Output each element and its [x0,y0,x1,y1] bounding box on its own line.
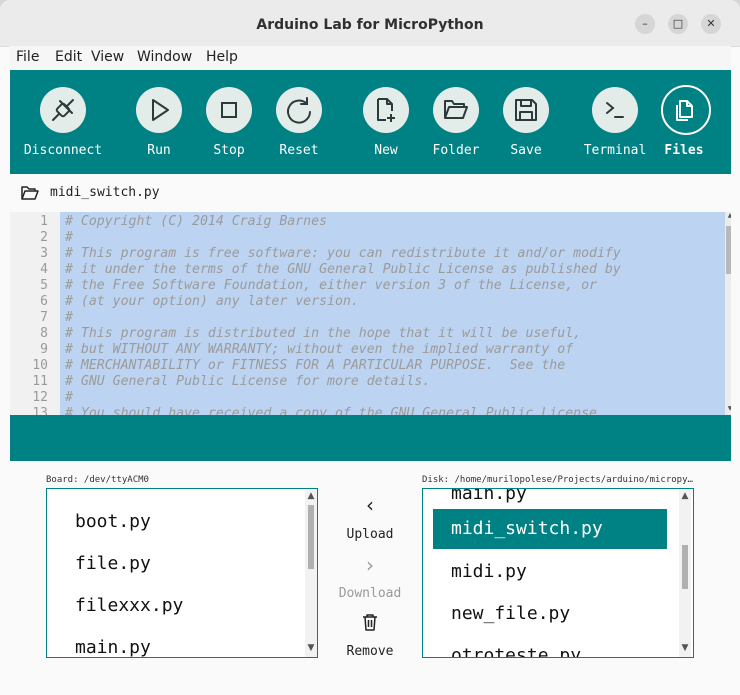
line-number: 1 [40,214,48,229]
code-line: # Copyright (C) 2014 Craig Barnes [65,214,328,229]
list-item[interactable]: otroteste.py [423,637,681,657]
stop-square-icon [206,87,252,133]
disk-label: Disk: /home/murilopolese/Projects/arduin… [422,475,693,485]
line-number: 3 [40,246,48,261]
code-line: # GNU General Public License for more de… [65,374,431,389]
disk-list-scrollbar[interactable]: ▲ ▼ [679,489,691,657]
line-number: 7 [40,310,48,325]
code-line: # (at your option) any later version. [65,294,359,309]
menu-view[interactable]: View [91,49,124,65]
new-button[interactable]: New [346,70,426,174]
save-button[interactable]: Save [486,70,566,174]
scroll-down-arrow[interactable]: ▼ [305,643,317,653]
toolbar: Disconnect Run Stop Reset New Folder Sav… [10,70,731,174]
list-item-selected[interactable]: midi_switch.py [433,509,667,549]
minimize-icon: – [642,17,648,30]
trash-icon[interactable] [361,613,379,632]
files-button[interactable]: Files [644,70,724,174]
line-number: 6 [40,294,48,309]
run-button[interactable]: Run [119,70,199,174]
files-icon [661,85,711,135]
line-number: 12 [32,390,48,405]
code-line: # This program is distributed in the hop… [65,326,582,341]
scroll-up-arrow[interactable]: ▲ [725,212,731,220]
terminal-prompt-icon [592,87,638,133]
folder-open-icon [433,87,479,133]
editor-scrollbar[interactable]: ▲ ▼ [725,212,731,415]
menu-file[interactable]: File [16,49,39,65]
folder-button[interactable]: Folder [416,70,496,174]
code-line: # it under the terms of the GNU General … [65,262,621,277]
download-button[interactable]: Download [338,586,402,601]
minimize-button[interactable]: – [635,14,655,34]
chevron-right-icon[interactable]: › [338,553,402,577]
folder-open-icon[interactable] [21,186,39,200]
maximize-icon: □ [672,17,684,30]
code-line: # [65,390,73,405]
save-disk-icon [503,87,549,133]
open-filename: midi_switch.py [50,185,160,200]
files-label: Files [664,143,704,158]
line-number: 9 [40,342,48,357]
terminal-button[interactable]: Terminal [575,70,655,174]
title-bar: Arduino Lab for MicroPython – □ ✕ [0,0,740,47]
list-item[interactable]: new_file.py [423,595,681,633]
line-number: 4 [40,262,48,277]
board-list-scrollbar[interactable]: ▲ ▼ [305,489,317,657]
line-number: 5 [40,278,48,293]
disconnect-button[interactable]: Disconnect [23,70,103,174]
code-line: # This program is free software: you can… [65,246,621,261]
disconnect-plug-icon [40,87,86,133]
line-number: 2 [40,230,48,245]
code-line: # but WITHOUT ANY WARRANTY; without even… [65,342,574,357]
line-number: 11 [32,374,48,389]
scroll-down-arrow[interactable]: ▼ [725,405,731,413]
reset-arrow-icon [276,87,322,133]
line-number: 10 [32,358,48,373]
disk-file-list[interactable]: main.py midi_switch.py midi.py new_file.… [422,488,694,658]
file-bar: midi_switch.py [10,174,731,212]
board-file-list[interactable]: boot.py file.py filexxx.py main.py ▲ ▼ [46,488,318,658]
list-item[interactable]: boot.py [47,503,305,541]
disk-scroll-thumb[interactable] [682,545,688,589]
list-item[interactable]: filexxx.py [47,587,305,625]
app-window: Arduino Lab for MicroPython – □ ✕ File E… [0,0,740,695]
stop-button[interactable]: Stop [189,70,269,174]
reset-button[interactable]: Reset [259,70,339,174]
line-number: 8 [40,326,48,341]
remove-button[interactable]: Remove [338,644,402,659]
menu-window[interactable]: Window [137,49,192,65]
file-manager-panel: Board: /dev/ttyACM0 Disk: /home/murilopo… [10,461,731,686]
code-editor[interactable]: 1 # Copyright (C) 2014 Craig Barnes 2 #3 # T… [10,212,731,415]
list-item[interactable]: file.py [47,545,305,583]
scroll-down-arrow[interactable]: ▼ [679,643,691,653]
upload-button[interactable]: Upload [338,527,402,542]
panel-divider[interactable] [10,415,731,461]
board-label: Board: /dev/ttyACM0 [46,475,149,485]
editor-scroll-thumb[interactable] [726,226,731,274]
scroll-up-arrow[interactable]: ▲ [679,491,691,501]
menu-bar: File Edit View Window Help [10,46,731,70]
code-line: # You should have received a copy of the… [65,406,597,415]
scroll-up-arrow[interactable]: ▲ [305,491,317,501]
menu-help[interactable]: Help [206,49,238,65]
chevron-left-icon[interactable]: ‹ [338,493,402,517]
play-icon [136,87,182,133]
board-scroll-thumb[interactable] [308,505,314,569]
window-title: Arduino Lab for MicroPython [256,17,484,33]
code-line: # [65,310,73,325]
list-item[interactable]: midi.py [423,553,681,591]
close-icon: ✕ [706,17,716,30]
code-line: # [65,230,73,245]
code-line: # the Free Software Foundation, either v… [65,278,597,293]
menu-edit[interactable]: Edit [55,49,82,65]
list-item[interactable]: main.py [47,629,305,657]
close-button[interactable]: ✕ [701,14,721,34]
new-file-icon [363,87,409,133]
line-number: 13 [32,406,48,415]
maximize-button[interactable]: □ [668,14,688,34]
code-line: # MERCHANTABILITY or FITNESS FOR A PARTI… [65,358,566,373]
